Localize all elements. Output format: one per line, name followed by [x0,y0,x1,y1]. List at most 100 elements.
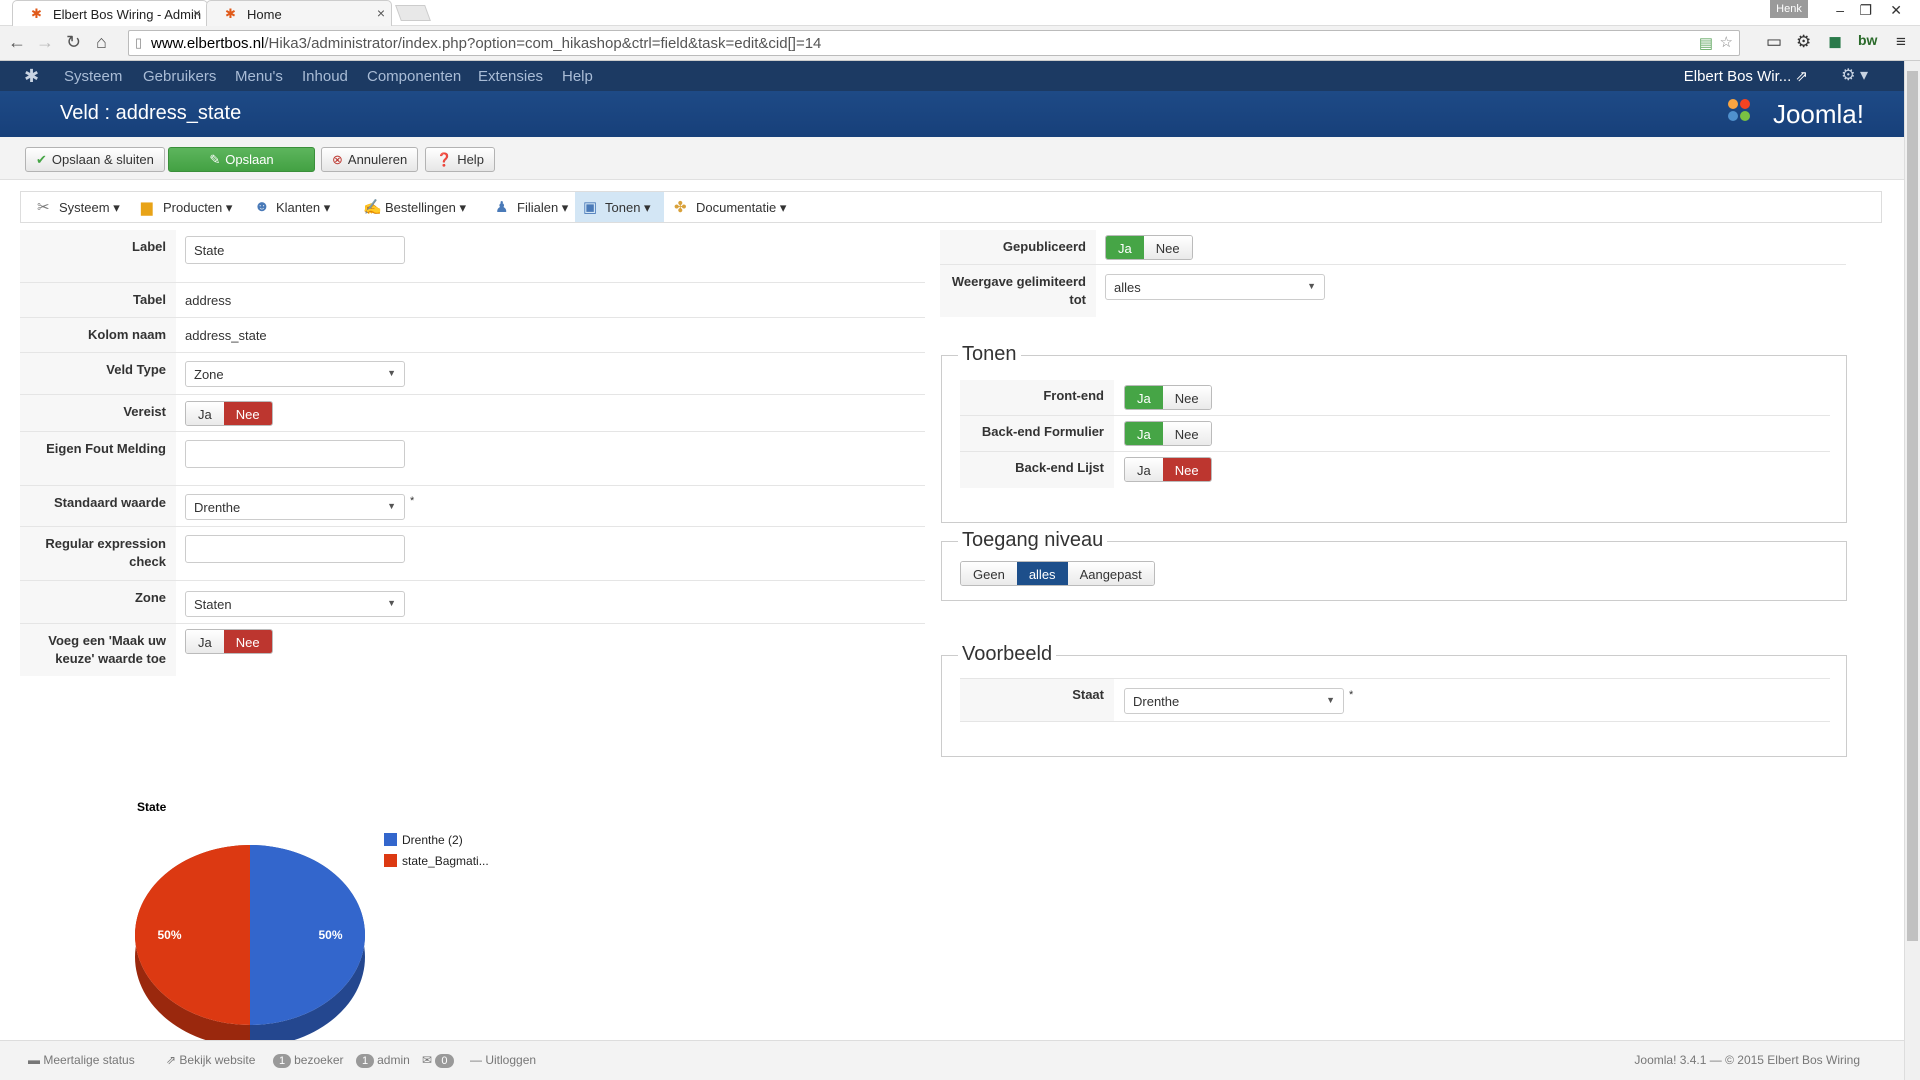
form-row-label: Label [20,230,925,283]
new-tab-button[interactable] [395,5,431,21]
nav-menus[interactable]: Menu's [235,68,283,85]
vereist-ja[interactable]: Ja [186,402,224,425]
submenu-label: Systeem [59,200,110,215]
toegang-aangepast[interactable]: Aangepast [1067,562,1154,585]
vereist-nee[interactable]: Nee [223,402,272,425]
site-name-link[interactable]: Elbert Bos Wir... ⇗ [1684,67,1808,85]
close-tab-icon[interactable]: × [193,5,201,21]
field-type-select[interactable]: Zone ▼ [185,361,405,387]
forward-icon[interactable]: → [36,32,54,53]
cancel-button[interactable]: ⊗ Annuleren [321,147,419,172]
label-input[interactable] [185,236,405,264]
submenu-systeem[interactable]: ✂ Systeem ▾ [29,192,128,222]
toegang-geen[interactable]: Geen [961,562,1017,585]
frontend-nee[interactable]: Nee [1162,386,1211,409]
backend-list-nee[interactable]: Nee [1162,458,1211,481]
field-label-maak: Voeg een 'Maak uw keuze' waarde toe [20,624,176,676]
admin-status: 1 admin [356,1053,410,1068]
gepubliceerd-ja[interactable]: Ja [1106,236,1144,259]
weergave-select[interactable]: alles ▼ [1105,274,1325,300]
extension-icon[interactable]: ◼ [1828,32,1842,52]
users-icon: ☻ [254,198,270,215]
joomla-logo-icon[interactable]: ✱ [24,66,39,87]
address-bar[interactable]: ▯ www.elbertbos.nl/Hika3/administrator/i… [128,30,1740,56]
browser-tab-admin[interactable]: ✱ Elbert Bos Wiring - Admin × [12,0,208,26]
submenu-klanten[interactable]: ☻ Klanten ▾ [246,192,338,222]
messages-status[interactable]: ✉ 0 [422,1053,457,1068]
submenu-bestellingen[interactable]: ✍ Bestellingen ▾ [355,192,474,222]
cast-icon[interactable]: ▭ [1766,32,1782,52]
gepubliceerd-toggle: Ja Nee [1105,235,1193,260]
restore-icon[interactable]: ❐ [1859,2,1872,19]
browser-user-badge[interactable]: Henk [1770,0,1808,18]
gepubliceerd-nee[interactable]: Nee [1143,236,1192,259]
submenu-documentatie[interactable]: ✤ Documentatie ▾ [666,192,794,222]
submenu-producten[interactable]: ▆ Producten ▾ [133,192,240,222]
close-tab-icon[interactable]: × [377,5,385,21]
maak-ja[interactable]: Ja [186,630,224,653]
admin-topnav: ✱ Systeem Gebruikers Menu's Inhoud Compo… [0,61,1904,91]
bookmark-star-icon[interactable]: ☆ [1720,33,1733,51]
default-value-select[interactable]: Drenthe ▼ [185,494,405,520]
page-scrollbar[interactable] [1904,61,1920,1080]
close-window-icon[interactable]: ✕ [1890,2,1902,19]
menu-icon[interactable]: ≡ [1896,32,1906,52]
external-link-icon: ⇗ [166,1053,177,1067]
caret-down-icon: ▼ [1307,281,1316,291]
bw-extension-icon[interactable]: bw [1858,32,1877,48]
voorbeeld-fieldset: Voorbeeld Staat Drenthe ▼ * [941,643,1847,757]
form-row-kolom: Kolom naam address_state [20,318,925,353]
voorbeeld-legend: Voorbeeld [958,643,1057,666]
multilang-status-link[interactable]: ▬ Meertalige status [28,1053,135,1067]
error-message-input[interactable] [185,440,405,468]
view-site-link[interactable]: ⇗ Bekijk website [166,1053,255,1067]
regex-input[interactable] [185,535,405,563]
browser-tab-home[interactable]: ✱ Home × [206,0,392,26]
field-label-weergave: Weergave gelimiteerd tot [940,265,1096,317]
reader-icon[interactable]: ▤ [1699,34,1713,52]
home-icon[interactable]: ⌂ [96,32,107,53]
staat-value: Drenthe [1133,694,1180,709]
settings-extension-icon[interactable]: ⚙ [1796,32,1811,52]
field-label-type: Veld Type [20,353,176,394]
joomla-favicon-icon: ✱ [31,6,42,21]
backend-list-ja[interactable]: Ja [1125,458,1163,481]
nav-systeem[interactable]: Systeem [64,68,122,85]
default-value: Drenthe [194,500,241,515]
reload-icon[interactable]: ↻ [66,32,81,53]
toegang-alles[interactable]: alles [1016,562,1068,585]
page-icon: ▯ [135,35,143,50]
field-label-frontend: Front-end [960,380,1114,415]
field-label-gepubliceerd: Gepubliceerd [940,230,1096,264]
nav-help[interactable]: Help [562,68,593,85]
field-label-vereist: Vereist [20,395,176,431]
envelope-icon: ✉ [422,1053,433,1067]
scrollbar-thumb[interactable] [1907,71,1918,941]
save-button[interactable]: ✎ Opslaan [168,147,315,172]
help-label: Help [457,152,484,167]
field-label-eigen: Eigen Fout Melding [20,432,176,485]
frontend-ja[interactable]: Ja [1125,386,1163,409]
back-icon[interactable]: ← [8,32,26,53]
help-button[interactable]: ❓ Help [425,147,495,172]
form-row-type: Veld Type Zone ▼ [20,353,925,395]
nav-inhoud[interactable]: Inhoud [302,68,348,85]
nav-extensies[interactable]: Extensies [478,68,543,85]
staat-select[interactable]: Drenthe ▼ [1124,688,1344,714]
nav-componenten[interactable]: Componenten [367,68,461,85]
submenu-tonen[interactable]: ▣ Tonen ▾ [575,192,664,222]
nav-gebruikers[interactable]: Gebruikers [143,68,216,85]
submenu-filialen[interactable]: ♟ Filialen ▾ [487,192,576,222]
pie-chart: 50% 50% [135,845,365,1040]
logout-link[interactable]: — Uitloggen [470,1053,536,1067]
user-menu-gear-icon[interactable]: ⚙ ▾ [1841,65,1868,85]
save-close-button[interactable]: ✔ Opslaan & sluiten [25,147,165,172]
form-row-zone: Zone Staten ▼ [20,581,925,624]
backend-form-nee[interactable]: Nee [1162,422,1211,445]
submenu-label: Filialen [517,200,559,215]
maak-nee[interactable]: Nee [223,630,272,653]
minimize-icon[interactable]: – [1836,2,1844,18]
backend-form-ja[interactable]: Ja [1125,422,1163,445]
zone-select[interactable]: Staten ▼ [185,591,405,617]
form-row-backend-list: Back-end Lijst Ja Nee [960,452,1830,488]
